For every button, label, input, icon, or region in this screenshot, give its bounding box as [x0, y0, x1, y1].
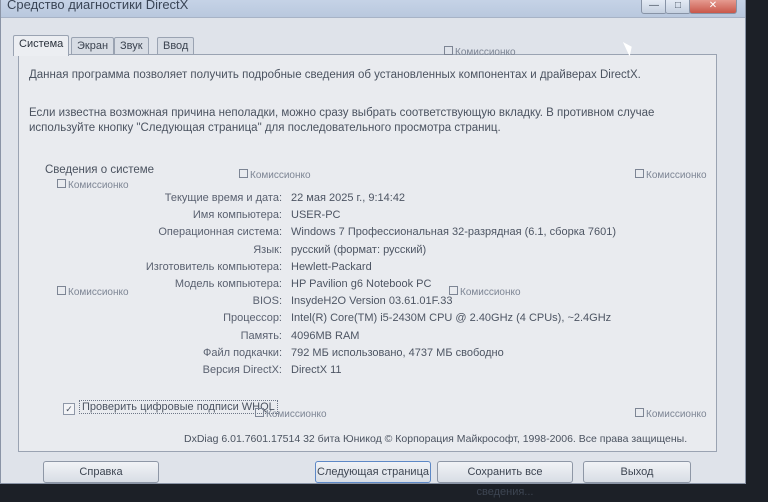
exit-button[interactable]: Выход [583, 461, 691, 483]
system-info-row: Версия DirectX: DirectX 11 [19, 362, 709, 379]
watermark-4: Комиссионко [444, 46, 516, 58]
help-button[interactable]: Справка [43, 461, 159, 483]
system-info-value: Windows 7 Профессиональная 32-разрядная … [291, 226, 617, 239]
minimize-button[interactable]: — [641, 0, 667, 14]
tab-system[interactable]: Система [13, 35, 70, 56]
system-info-row: Файл подкачки: 792 МБ использовано, 4737 … [19, 345, 709, 362]
system-info-title: Сведения о системе [45, 164, 155, 176]
system-info-value: Hewlett-Packard [291, 260, 372, 273]
watermark-icon [635, 169, 644, 178]
system-info-label: BIOS: [252, 295, 282, 308]
system-info-value: русский (формат: русский) [291, 243, 427, 256]
tab-sound[interactable]: Звук [114, 37, 149, 54]
system-info-value: InsydeH2O Version 03.61.01F.33 [291, 295, 453, 308]
system-info-value: Intel(R) Core(TM) i5-2430M CPU @ 2.40GHz… [291, 312, 612, 325]
intro-text-2: Если известна возможная причина неполадк… [29, 107, 655, 134]
save-all-button[interactable]: Сохранить все сведения... [437, 461, 573, 498]
system-info-label: Модель компьютера: [174, 278, 282, 290]
system-info-label: Память: [240, 329, 282, 342]
system-info-row: Операционная система: Windows 7 Профессио… [19, 224, 709, 241]
watermark-8: Комиссионко [635, 408, 707, 420]
dxdiag-window: Средство диагностики DirectX — □ ✕ Систе… [0, 0, 746, 498]
window-title: Средство диагностики DirectX [7, 0, 189, 12]
watermark-icon [635, 408, 644, 417]
system-info-value: 792 МБ использовано, 4737 МБ свободно [291, 346, 504, 359]
watermark-1: Комиссионко [57, 179, 129, 191]
whql-checkbox[interactable]: ✓ [63, 403, 75, 415]
tab-input[interactable]: Ввод [157, 37, 195, 54]
system-info-row: Язык: русский (формат: русский) [19, 242, 709, 259]
watermark-icon [57, 179, 66, 188]
system-info-label: Файл подкачки: [202, 346, 282, 359]
system-info-label: Версия DirectX: [202, 364, 282, 376]
watermark-icon [449, 286, 458, 295]
watermark-icon [444, 46, 453, 55]
whql-checkbox-row[interactable]: ✓ Проверить цифровые подписи WHQL [63, 400, 278, 415]
system-info-row: Процессор: Intel(R) Core(TM) i5-2430M CPU… [19, 310, 709, 327]
system-info-label: Язык: [253, 243, 282, 256]
watermark-5: Комиссионко [57, 286, 129, 298]
system-info-row: Текущие время и дата: 22 мая 2025 г., 9:1… [19, 190, 709, 207]
system-info-value: USER-PC [291, 209, 341, 222]
system-info-label: Изготовитель компьютера: [145, 260, 282, 273]
watermark-icon [57, 286, 66, 295]
intro-text-1: Данная программа позволяет получить подр… [29, 69, 641, 81]
system-info-label: Имя компьютера: [192, 209, 282, 222]
system-info-label: Операционная система: [158, 226, 282, 239]
system-tab-panel: Данная программа позволяет получить подр… [18, 46, 717, 452]
maximize-button[interactable]: □ [665, 0, 691, 14]
watermark-7: Комиссионко [255, 408, 327, 420]
watermark-icon [255, 408, 264, 417]
close-button[interactable]: ✕ [689, 0, 737, 14]
title-bar[interactable]: Средство диагностики DirectX — □ ✕ [1, 0, 745, 18]
system-info-value: DirectX 11 [291, 364, 342, 376]
whql-checkbox-label[interactable]: Проверить цифровые подписи WHQL [79, 400, 278, 414]
system-info-row: Память: 4096MB RAM [19, 328, 709, 345]
version-copyright: DxDiag 6.01.7601.17514 32 бита Юникод © … [184, 433, 688, 445]
system-info-label: Процессор: [223, 312, 282, 325]
system-info-row: Имя компьютера: USER-PC [19, 207, 709, 224]
watermark-6: Комиссионко [449, 286, 521, 298]
watermark-3: Комиссионко [635, 169, 707, 181]
system-info-row: Изготовитель компьютера: Hewlett-Packard [19, 259, 709, 276]
next-page-button[interactable]: Следующая страница [315, 461, 431, 483]
watermark-2: Комиссионко [239, 169, 311, 181]
system-info-label: Текущие время и дата: [164, 192, 282, 204]
tab-display[interactable]: Экран [71, 37, 115, 54]
system-info-value: 22 мая 2025 г., 9:14:42 [291, 192, 406, 204]
system-info-value: HP Pavilion g6 Notebook PC [291, 278, 432, 290]
watermark-icon [239, 169, 248, 178]
system-info-value: 4096MB RAM [291, 329, 360, 342]
